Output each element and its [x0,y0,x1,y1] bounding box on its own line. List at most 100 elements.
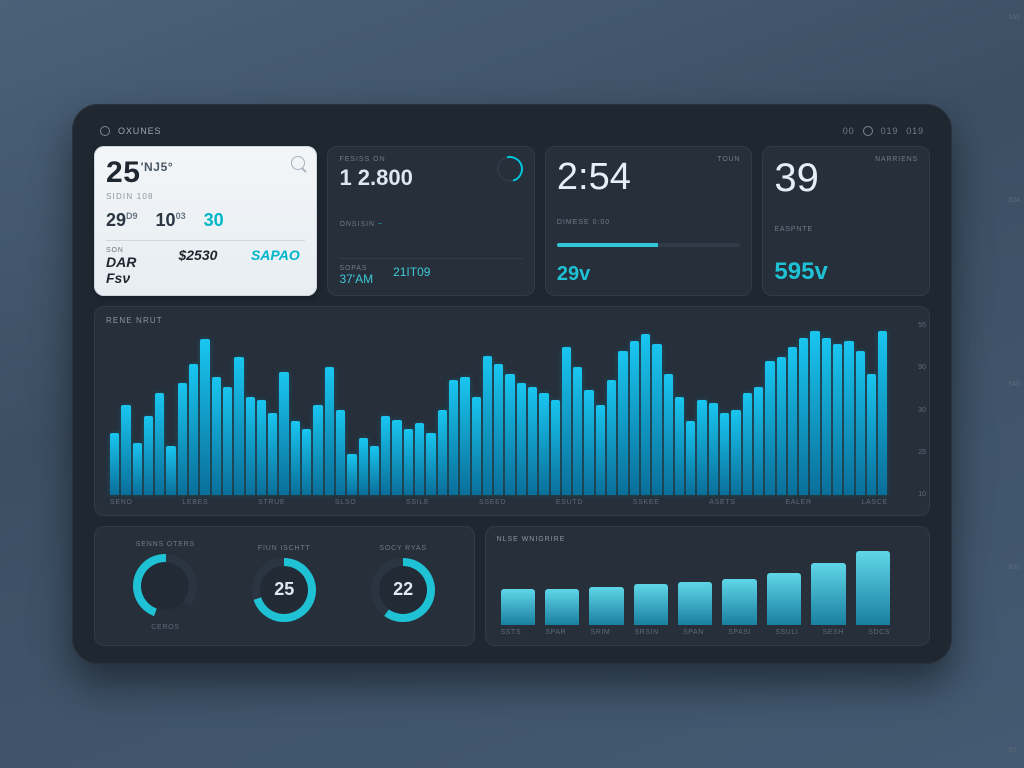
chart-bar [110,433,119,495]
topbar-nav: 00 019 019 [843,126,924,136]
mid-val-1: 10 [156,210,176,230]
x-tick: SLSO [335,499,356,506]
nav-item[interactable]: 00 [843,126,855,136]
x-tick: SSTS [501,629,522,636]
session-mid-label: ONSISIN [339,221,375,228]
summary-card-metric[interactable]: 39 NARRIENS EASPNTE 595v [762,146,930,296]
nav-item[interactable]: 019 [881,126,899,136]
chart-bar [551,400,560,495]
secondary-bar-chart[interactable]: NLSE WNIGRIRE 15553454553050 SSTSSPARSRI… [485,526,930,646]
primary-suffix: 'NJ5° [141,160,174,174]
chart-bar [336,410,345,495]
chart-bar [505,374,514,495]
chart-bar [652,344,661,495]
chart-bar [268,413,277,495]
chart-bar [438,410,447,495]
y-tick: 50 [1008,747,1020,754]
chart-bar [426,433,435,495]
main-bar-chart[interactable]: RENE NRUT 5590302510 SENOLEBESSTRUESLSOS… [94,306,930,516]
y-tick: 530 [1008,564,1020,571]
chart-bar [675,397,684,495]
x-tick: SENO [110,499,133,506]
nav-item[interactable]: 019 [906,126,924,136]
y-tick: 534 [1008,197,1020,204]
chart-bar [539,393,548,495]
gauge-widget[interactable]: FIUN ISCHTT25 [252,545,316,628]
chart-bar [501,589,535,625]
chart-bar [878,331,887,495]
chart-bar [200,339,209,495]
chart-bar [460,377,469,495]
x-tick: SPASI [728,629,751,636]
chart-bar [607,380,616,495]
x-tick: LEBES [182,499,208,506]
progress-bar [557,243,740,247]
chart-bar [528,387,537,495]
chart-bar [573,367,582,495]
summary-card-primary[interactable]: 25'NJ5° SIDIN 108 29D9 1003 30 SONDAR Fѕ… [94,146,317,296]
chart-bar [810,331,819,495]
x-tick: SPAN [683,629,704,636]
chart-bar [313,405,322,495]
chart-bar [370,446,379,495]
summary-card-clock[interactable]: 2:54 TOUN DIMESE 0:00 29v [545,146,752,296]
chart-bar [788,347,797,495]
x-tick: SDCS [868,629,890,636]
metric-sublabel: EASPNTE [774,226,918,233]
chart-bar [722,579,756,625]
chart-bar [678,582,712,625]
gauge-label: SOCY RYAS [371,545,435,552]
chart-bar [596,405,605,495]
chart-bar [234,357,243,495]
gauge-ring-icon: 22 [371,558,435,622]
x-tick: SSULI [775,629,798,636]
x-tick: ASETS [709,499,735,506]
dashboard-device: OXUNES 00 019 019 25'NJ5° SIDIN 108 29D [72,104,952,664]
progress-ring-icon [492,151,528,187]
chart-bar [302,429,311,495]
chart-bar [155,393,164,495]
metric-label-right: NARRIENS [875,156,918,201]
gauge-ring-icon: 25 [252,558,316,622]
chart-title-small: NLSE WNIGRIRE [497,536,918,543]
chart-bar [765,361,774,495]
chart-bar [415,423,424,495]
brand-icon [100,126,110,136]
y-tick: 155 [1008,14,1020,21]
chart-bar [404,429,413,495]
x-tick: ESUTD [556,499,583,506]
chart-bar [494,364,503,495]
gauge-value: 25 [274,579,294,600]
chart-bar [743,393,752,495]
chart-bar [856,551,890,625]
summary-card-session[interactable]: FESISS ON 1 2.800 ONSISIN ~ SOPAS37'AM 2… [327,146,534,296]
chart-bar [545,589,579,625]
gauge-label: SENNS OTERS [133,541,197,548]
bot-val-0: DAR Fѕν [106,254,160,286]
chart-bar [709,403,718,495]
x-tick: SRSIN [635,629,659,636]
x-tick: SESH [823,629,844,636]
metric-value: 39 [774,156,819,201]
chart-bar [291,421,300,495]
gauge-widget[interactable]: SENNS OTERSCEROS [133,541,197,631]
gauge-widget[interactable]: SOCY RYAS 22 [371,545,435,628]
chart-bar [392,420,401,495]
chart-bar [223,387,232,495]
brand-label: OXUNES [118,126,161,136]
bell-icon[interactable] [863,126,873,136]
chart-bar [562,347,571,495]
clock-label-right: TOUN [717,156,740,199]
search-icon[interactable] [291,156,305,170]
chart-bar [777,357,786,495]
chart-bar [844,341,853,495]
summary-cards-row: 25'NJ5° SIDIN 108 29D9 1003 30 SONDAR Fѕ… [94,146,930,296]
x-tick: SSEED [479,499,506,506]
chart-bar [246,397,255,495]
bot-val-1: $2530 [178,247,232,263]
chart-bar [189,364,198,495]
chart-bar [483,356,492,495]
chart-bar [634,584,668,625]
chart-bar [166,446,175,495]
y-tick: 10 [918,491,926,498]
